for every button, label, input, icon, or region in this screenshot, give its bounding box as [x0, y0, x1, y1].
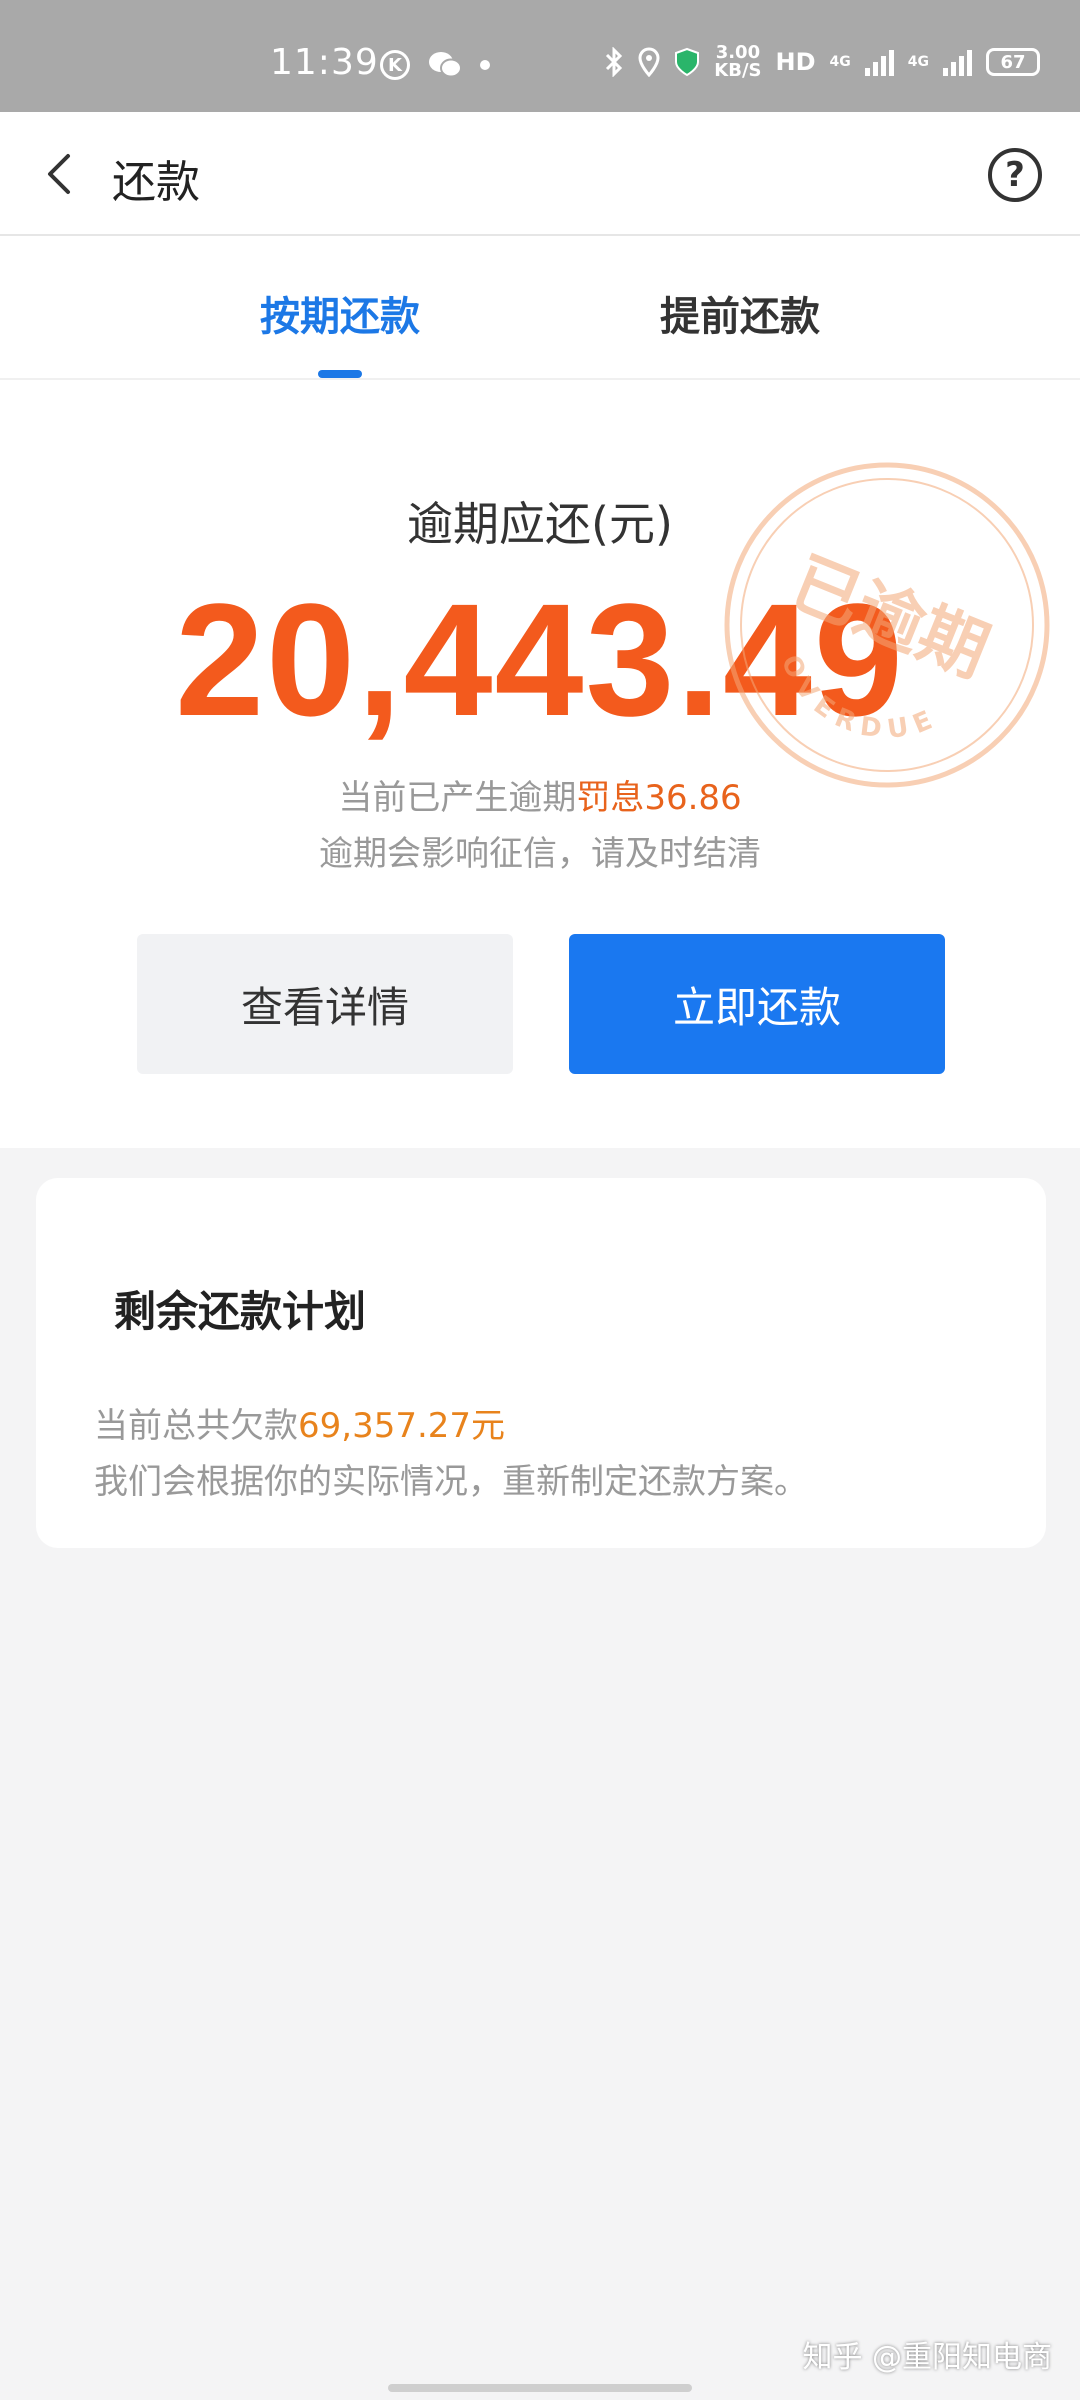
k-app-icon: K: [380, 50, 410, 80]
signal-icon-1: [864, 48, 894, 76]
remaining-plan-card: 剩余还款计划 当前总共欠款69,357.27元 我们会根据你的实际情况，重新制定…: [36, 1178, 1046, 1548]
net1-label: 4G: [829, 54, 851, 70]
status-system-icons: 3.00 KB/S HD 4G 4G 67: [604, 44, 1040, 80]
help-icon[interactable]: ?: [988, 148, 1042, 202]
plan-note: 我们会根据你的实际情况，重新制定还款方案。: [94, 1462, 808, 1502]
speed-unit: KB/S: [714, 60, 762, 81]
tab-active-indicator: [318, 370, 362, 378]
battery-icon: 67: [986, 48, 1040, 76]
network-speed: 3.00 KB/S: [714, 44, 761, 80]
hd-label: HD: [775, 48, 816, 76]
page-title: 还款: [112, 157, 200, 208]
status-bar: 11:39 K 3.00 KB/S HD 4G 4G 67: [0, 0, 1080, 112]
home-indicator[interactable]: [388, 2384, 692, 2392]
bluetooth-icon: [606, 47, 623, 77]
stamp-text: 已逾期: [780, 543, 999, 693]
tab-scheduled-repayment[interactable]: 按期还款: [260, 284, 420, 342]
credit-warning: 逾期会影响征信，请及时结清: [319, 834, 761, 874]
back-arrow-icon[interactable]: [38, 150, 86, 198]
watermark: 知乎 @重阳知电商: [802, 2340, 1052, 2375]
overdue-stamp-icon: 已逾期 OVERDUE: [724, 462, 1050, 788]
repayment-tabs: 按期还款 提前还款: [0, 236, 1080, 380]
penalty-value: 罚息36.86: [576, 778, 742, 818]
net2-label: 4G: [907, 54, 929, 70]
wechat-icon: [429, 52, 462, 78]
app-header: 还款 ?: [0, 112, 1080, 236]
status-notification-icons: K: [380, 50, 490, 80]
tab-early-repayment[interactable]: 提前还款: [660, 284, 820, 342]
view-details-button[interactable]: 查看详情: [137, 934, 513, 1074]
location-icon: [638, 47, 660, 77]
repay-now-button[interactable]: 立即还款: [569, 934, 945, 1074]
notification-dot-icon: [480, 60, 490, 70]
status-time: 11:39: [270, 42, 379, 83]
debt-value: 69,357.27元: [298, 1406, 506, 1446]
debt-prefix: 当前总共欠款: [94, 1406, 298, 1446]
shield-icon: [675, 47, 700, 77]
penalty-prefix: 当前已产生逾期: [338, 778, 577, 818]
total-debt-text: 当前总共欠款69,357.27元: [94, 1398, 505, 1447]
plan-title: 剩余还款计划: [114, 1287, 367, 1336]
signal-icon-2: [943, 48, 972, 76]
